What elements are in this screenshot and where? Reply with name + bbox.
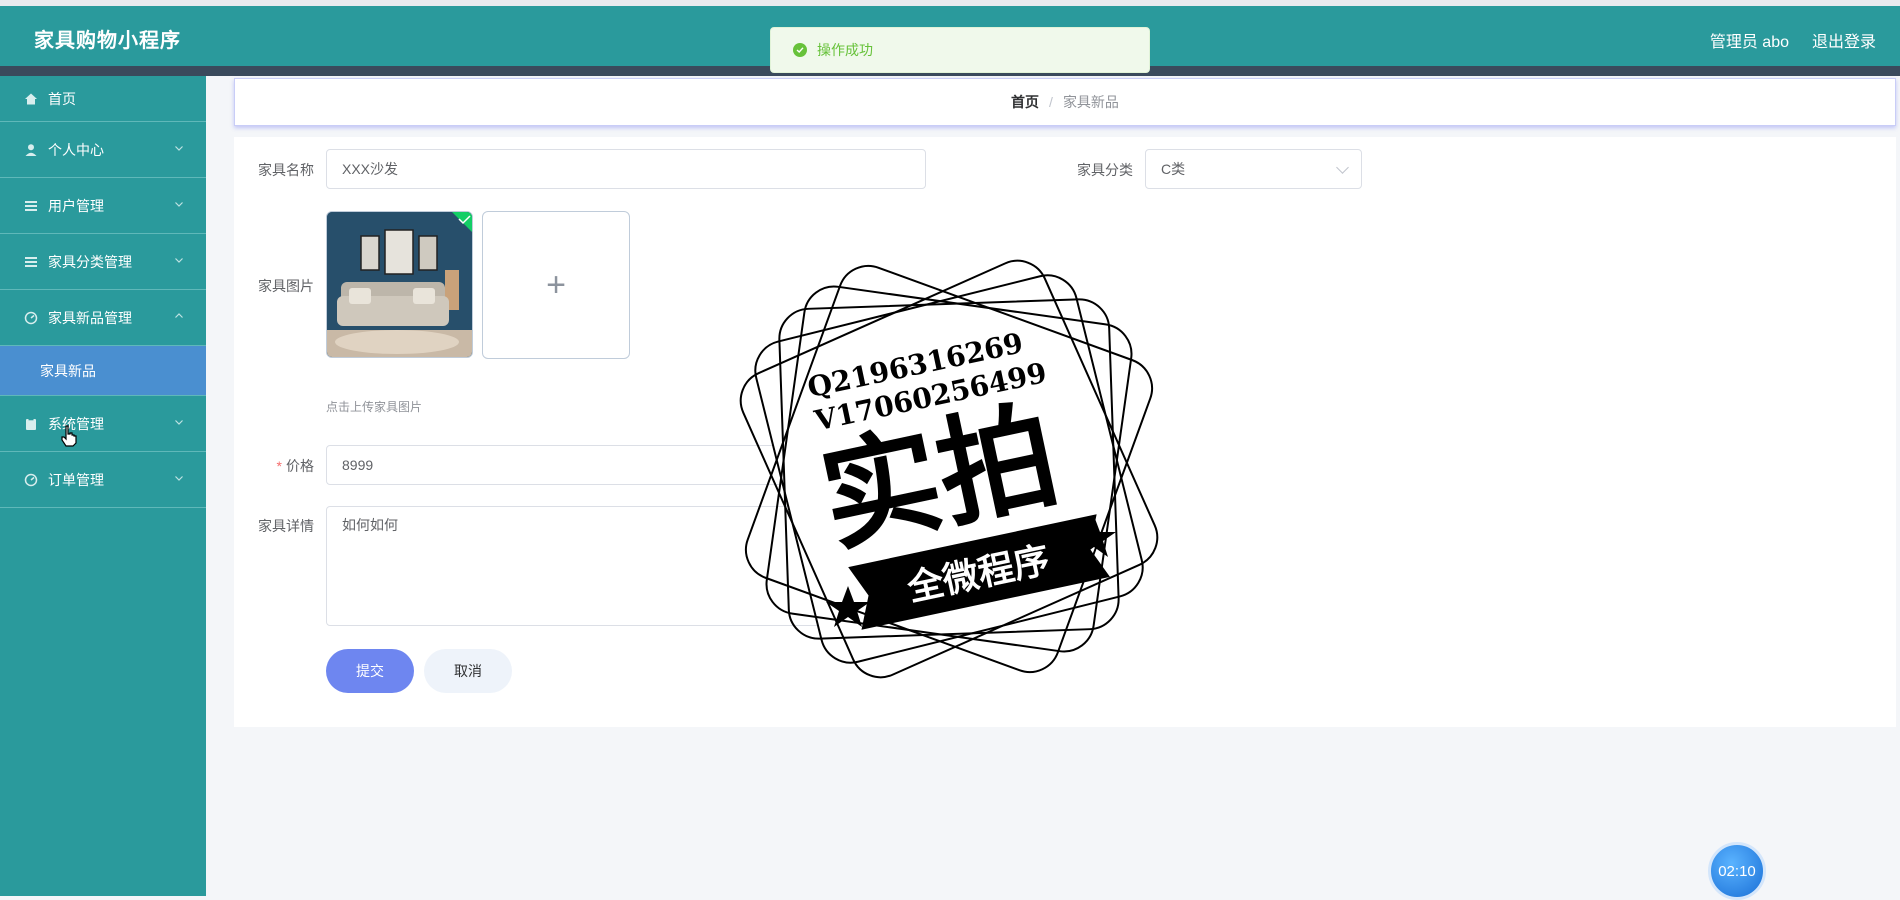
price-label-text: 价格 xyxy=(286,458,314,474)
user-icon xyxy=(24,143,38,157)
uploaded-sofa-image[interactable] xyxy=(326,211,473,358)
chevron-down-icon xyxy=(174,199,184,212)
sidebar-item-home[interactable]: 首页 xyxy=(0,76,206,122)
toast-message: 操作成功 xyxy=(817,42,873,58)
image-upload-button[interactable]: + xyxy=(482,211,630,359)
sidebar-subitem-label: 家具新品 xyxy=(40,362,96,379)
name-label: 家具名称 xyxy=(258,162,314,178)
clipboard-icon xyxy=(24,417,38,431)
upload-hint: 点击上传家具图片 xyxy=(326,400,423,414)
sidebar-item-label: 订单管理 xyxy=(48,471,104,488)
app-title: 家具购物小程序 xyxy=(34,30,181,52)
breadcrumb-home-link[interactable]: 首页 xyxy=(1011,92,1039,112)
chevron-down-icon xyxy=(174,417,184,430)
sidebar-item-personal-center[interactable]: 个人中心 xyxy=(0,122,206,178)
admin-label: 管理员 abo xyxy=(1709,34,1789,51)
breadcrumb: 首页 / 家具新品 xyxy=(234,78,1896,126)
image-label: 家具图片 xyxy=(258,278,314,294)
chevron-down-icon xyxy=(174,143,184,156)
success-toast: 操作成功 xyxy=(770,27,1150,73)
name-input[interactable]: XXX沙发 xyxy=(326,149,926,189)
home-icon xyxy=(24,92,38,106)
required-marker: * xyxy=(276,458,282,474)
sidebar-item-label: 家具新品管理 xyxy=(48,309,132,326)
sidebar-item-user-management[interactable]: 用户管理 xyxy=(0,178,206,234)
sidebar-item-system-management[interactable]: 系统管理 xyxy=(0,396,206,452)
list-icon xyxy=(24,255,38,269)
plus-icon: + xyxy=(546,265,566,304)
breadcrumb-current: 家具新品 xyxy=(1062,94,1119,110)
sidebar-item-label: 用户管理 xyxy=(48,197,104,214)
chevron-up-icon xyxy=(174,311,184,324)
category-label: 家具分类 xyxy=(1077,162,1133,178)
category-selected-value: C类 xyxy=(1161,161,1186,177)
sidebar-item-label: 首页 xyxy=(48,90,76,107)
success-check-icon xyxy=(793,43,807,57)
chevron-down-icon xyxy=(174,255,184,268)
breadcrumb-separator: / xyxy=(1049,94,1053,110)
recording-timer: 02:10 xyxy=(1708,842,1766,900)
chevron-down-icon xyxy=(174,473,184,486)
submit-button[interactable]: 提交 xyxy=(326,649,414,693)
sidebar-item-new-product-management[interactable]: 家具新品管理 xyxy=(0,290,206,346)
sidebar-item-category-management[interactable]: 家具分类管理 xyxy=(0,234,206,290)
sidebar: 首页 个人中心 用户管理 家具分类管理 家具新品管理 家具新品 系统管理 订单管… xyxy=(0,76,206,896)
sidebar-item-label: 个人中心 xyxy=(48,141,104,158)
price-label: * 价格 xyxy=(234,456,314,476)
detail-label: 家具详情 xyxy=(258,518,314,534)
sidebar-item-order-management[interactable]: 订单管理 xyxy=(0,452,206,508)
sidebar-item-label: 家具分类管理 xyxy=(48,253,132,270)
category-select[interactable]: C类 xyxy=(1145,149,1362,189)
watermark-stamp: Q2196316269 V17060256499 实拍 全微程序 xyxy=(738,258,1160,680)
sidebar-subitem-new-products[interactable]: 家具新品 xyxy=(0,346,206,396)
gauge-icon xyxy=(24,473,38,487)
cancel-button[interactable]: 取消 xyxy=(424,649,512,693)
chevron-down-icon xyxy=(1336,161,1349,174)
list-icon xyxy=(24,199,38,213)
hand-cursor-icon xyxy=(60,425,78,452)
gauge-icon xyxy=(24,311,38,325)
logout-button[interactable]: 退出登录 xyxy=(1812,28,1876,52)
